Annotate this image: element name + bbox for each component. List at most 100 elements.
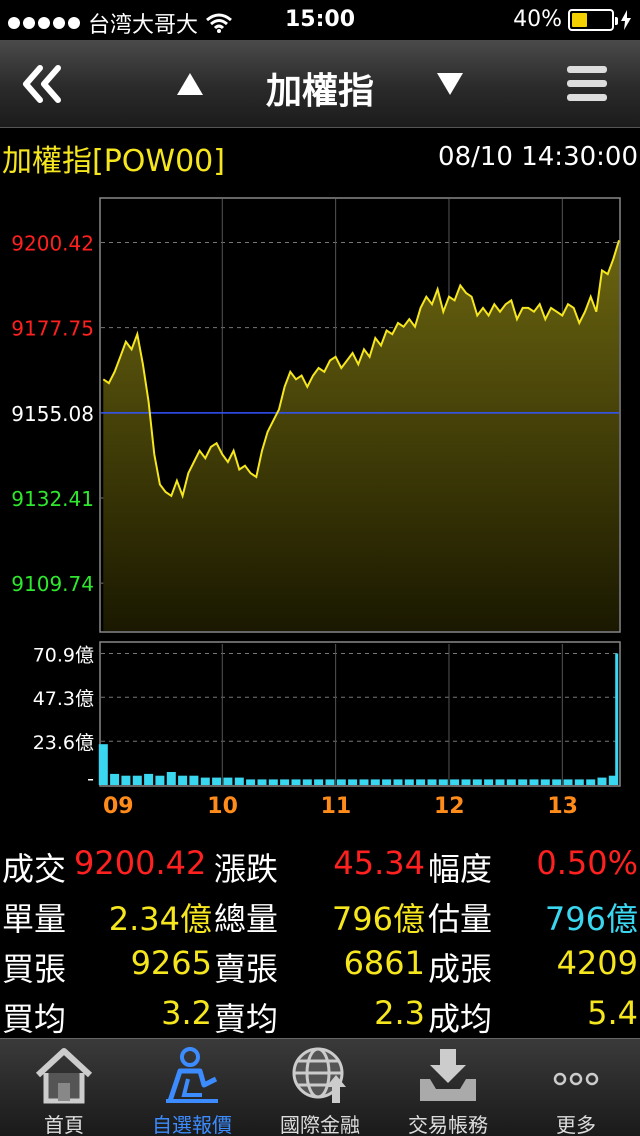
volume-bar (178, 775, 188, 785)
volume-bar (438, 779, 448, 785)
volume-bar (189, 775, 199, 785)
stat-value: 5.4 (587, 994, 638, 1032)
volume-bar (121, 775, 131, 785)
volume-bar (98, 744, 108, 785)
page-title: 加權指 (265, 71, 374, 112)
volume-bar (574, 779, 584, 785)
quote-stats: 成交 9200.42 漲跌 45.34 幅度 0.50% 單量 2.34億 總量… (0, 840, 640, 1040)
tab-trading[interactable]: 交易帳務 (384, 1039, 512, 1136)
volume-bar (144, 773, 154, 785)
stat-value: 2.3 (374, 994, 425, 1032)
volume-bar (563, 779, 573, 785)
globe-icon (292, 1047, 346, 1103)
volume-bar (540, 779, 550, 785)
stat-label: 單量 (2, 900, 67, 938)
home-icon (35, 1048, 93, 1104)
stat-value: 3.2 (161, 994, 212, 1032)
stat-value: 0.50% (536, 844, 638, 882)
stat-label: 買均 (2, 1000, 67, 1038)
x-axis-labels: 09 10 11 12 13 (0, 792, 640, 822)
volume-chart[interactable]: 70.9億 47.3億 23.6億 - (0, 640, 640, 790)
volume-bar (336, 779, 346, 785)
stat-value: 6861 (343, 944, 425, 982)
volume-bar (416, 779, 426, 785)
nav-bar: 加權指 (0, 40, 640, 128)
tab-more[interactable]: 更多 (512, 1039, 640, 1136)
volume-bar (450, 779, 460, 785)
volume-bar (370, 779, 380, 785)
volume-bar (404, 779, 414, 785)
volume-bar (529, 779, 539, 785)
volume-bar (382, 779, 392, 785)
volume-bar (280, 779, 290, 785)
timestamp: 08/10 14:30:00 (438, 142, 638, 172)
stat-value: 4209 (556, 944, 638, 982)
price-chart[interactable]: 9200.42 9177.75 9155.08 9132.41 9109.74 (0, 195, 640, 635)
tab-international[interactable]: 國際金融 (256, 1039, 384, 1136)
volume-bar (325, 779, 335, 785)
volume-bar (132, 775, 142, 785)
tab-watchlist[interactable]: 自選報價 (128, 1039, 256, 1136)
volume-bar (212, 777, 222, 785)
volume-bar (223, 777, 233, 785)
volume-bar (427, 779, 437, 785)
stat-label: 成交 (2, 850, 67, 888)
more-dots-icon (553, 1072, 599, 1086)
tab-label: 交易帳務 (408, 1113, 488, 1136)
volume-bar (472, 779, 482, 785)
volume-bar (166, 772, 176, 785)
volume-bar (234, 777, 244, 785)
inbox-download-icon (420, 1049, 476, 1101)
x-tick-label: 12 (433, 794, 465, 819)
stat-label: 賣張 (214, 950, 279, 988)
y-tick-label: 70.9億 (33, 644, 94, 666)
stat-label: 估量 (428, 900, 493, 938)
volume-bar (506, 779, 516, 785)
volume-bar (495, 779, 505, 785)
y-tick-label: 9109.74 (11, 572, 94, 596)
battery-icon (568, 8, 618, 31)
volume-bar (155, 775, 165, 785)
stat-value: 796億 (544, 900, 638, 938)
down-triangle-icon[interactable] (434, 68, 466, 100)
tab-home[interactable]: 首頁 (0, 1039, 128, 1136)
stat-value: 2.34億 (108, 900, 212, 938)
volume-bar (348, 779, 358, 785)
watchlist-person-icon (166, 1047, 218, 1103)
menu-icon[interactable] (564, 62, 610, 106)
volume-bar (597, 777, 607, 785)
volume-bar (586, 779, 596, 785)
stat-label: 賣均 (214, 1000, 279, 1038)
stats-row: 單量 2.34億 總量 796億 估量 796億 (0, 890, 640, 940)
volume-bar (615, 653, 619, 785)
y-tick-label: 47.3億 (33, 688, 94, 710)
x-tick-label: 10 (207, 794, 238, 819)
y-tick-label: - (87, 768, 94, 790)
tab-label: 國際金融 (280, 1113, 360, 1136)
y-tick-label: 9177.75 (11, 317, 94, 341)
charging-bolt-icon (621, 9, 631, 30)
stat-value: 796億 (331, 900, 425, 938)
volume-bar (393, 779, 403, 785)
volume-bar (461, 779, 471, 785)
x-tick-label: 09 (103, 794, 134, 819)
volume-bar (518, 779, 528, 785)
volume-bar (484, 779, 494, 785)
volume-bar (200, 777, 210, 785)
volume-bar (257, 779, 267, 785)
volume-bar (359, 779, 369, 785)
volume-bar (110, 773, 120, 785)
volume-bar (314, 779, 324, 785)
stats-row: 買均 3.2 賣均 2.3 成均 5.4 (0, 990, 640, 1040)
status-bar: 台湾大哥大 15:00 40% (0, 0, 640, 40)
volume-bar (552, 779, 562, 785)
stat-value: 9265 (130, 944, 212, 982)
y-tick-label: 9155.08 (11, 402, 94, 426)
volume-bar (291, 779, 301, 785)
tab-label: 自選報價 (152, 1113, 232, 1136)
symbol-label: 加權指[POW00] (2, 144, 225, 179)
y-tick-label: 23.6億 (33, 732, 94, 754)
volume-bar (302, 779, 312, 785)
y-tick-label: 9132.41 (11, 487, 94, 511)
stat-value: 9200.42 (74, 844, 207, 882)
